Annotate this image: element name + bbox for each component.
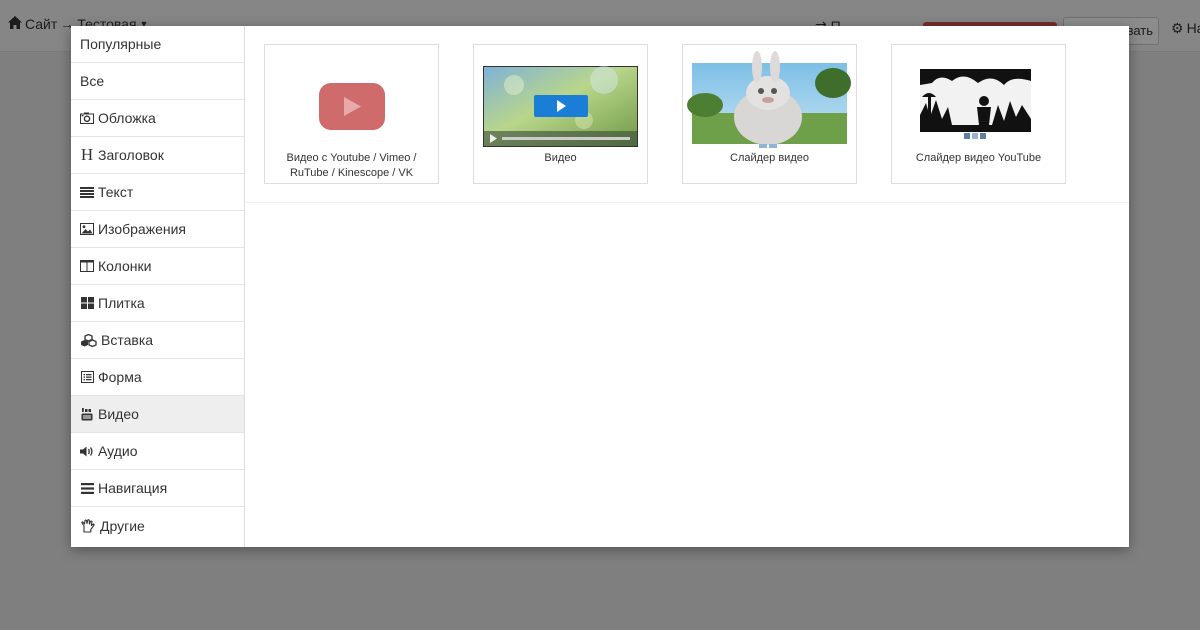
category-label: Вставка: [101, 332, 154, 348]
columns-icon: [80, 259, 94, 273]
header-icon: H: [80, 145, 94, 164]
category-label: Навигация: [98, 480, 168, 496]
category-label: Заголовок: [98, 147, 164, 163]
block-thumbnail: [892, 45, 1065, 155]
cubes-icon: [80, 333, 97, 347]
category-label: Плитка: [98, 295, 145, 311]
category-label: Популярные: [80, 36, 162, 52]
dark-forest-video-preview: [920, 69, 1031, 139]
category-text[interactable]: Текст: [71, 174, 244, 211]
category-heading[interactable]: H Заголовок: [71, 137, 244, 174]
category-navigation[interactable]: Навигация: [71, 470, 244, 507]
video-player-preview: [483, 66, 638, 147]
align-justify-icon: [80, 185, 94, 199]
block-thumbnail: [265, 45, 438, 155]
block-card-label: Видео: [544, 152, 577, 164]
category-label: Обложка: [98, 110, 156, 126]
block-card-youtube-slider[interactable]: Слайдер видео YouTube: [891, 44, 1066, 184]
category-images[interactable]: Изображения: [71, 211, 244, 248]
category-video[interactable]: Видео: [71, 396, 244, 433]
category-form[interactable]: Форма: [71, 359, 244, 396]
category-label: Все: [80, 73, 105, 89]
category-tiles[interactable]: Плитка: [71, 285, 244, 322]
category-label: Колонки: [98, 258, 152, 274]
category-all[interactable]: Все: [71, 63, 244, 100]
bars-icon: [80, 481, 94, 495]
category-label: Форма: [98, 369, 142, 385]
category-label: Другие: [100, 517, 145, 534]
block-thumbnail: [683, 45, 856, 155]
youtube-logo-icon: [319, 83, 385, 130]
category-sidebar: Популярные Все Обложка H Заголовок Текст…: [71, 26, 245, 547]
youtube-icon: [80, 407, 94, 421]
category-label: Аудио: [98, 443, 138, 459]
bunny-video-preview: [687, 51, 851, 148]
category-cover[interactable]: Обложка: [71, 100, 244, 137]
block-card-video-slider[interactable]: Слайдер видео: [682, 44, 857, 184]
category-label: Текст: [98, 184, 134, 200]
category-label: Видео: [98, 406, 139, 422]
category-label: Изображения: [98, 221, 186, 237]
category-audio[interactable]: Аудио: [71, 433, 244, 470]
block-card-video[interactable]: Видео: [473, 44, 648, 184]
volume-icon: [80, 444, 94, 458]
block-library-modal: Популярные Все Обложка H Заголовок Текст…: [71, 26, 1129, 547]
block-card-label: Слайдер видео YouTube: [915, 152, 1042, 164]
category-columns[interactable]: Колонки: [71, 248, 244, 285]
th-large-icon: [80, 296, 94, 310]
block-card-label: Слайдер видео: [730, 152, 809, 164]
block-thumbnail: [474, 45, 647, 155]
camera-icon: [80, 111, 94, 125]
category-popular[interactable]: Популярные: [71, 26, 244, 63]
list-alt-icon: [80, 370, 94, 384]
picture-icon: [80, 222, 94, 236]
hand-icon: [80, 518, 96, 533]
category-other[interactable]: Другие: [71, 507, 244, 544]
block-card-label: Видео с Youtube / Vimeo / RuTube / Kines…: [286, 152, 417, 179]
category-embed[interactable]: Вставка: [71, 322, 244, 359]
block-grid: Видео с Youtube / Vimeo / RuTube / Kines…: [246, 26, 1129, 203]
block-card-video-embed[interactable]: Видео с Youtube / Vimeo / RuTube / Kines…: [264, 44, 439, 184]
